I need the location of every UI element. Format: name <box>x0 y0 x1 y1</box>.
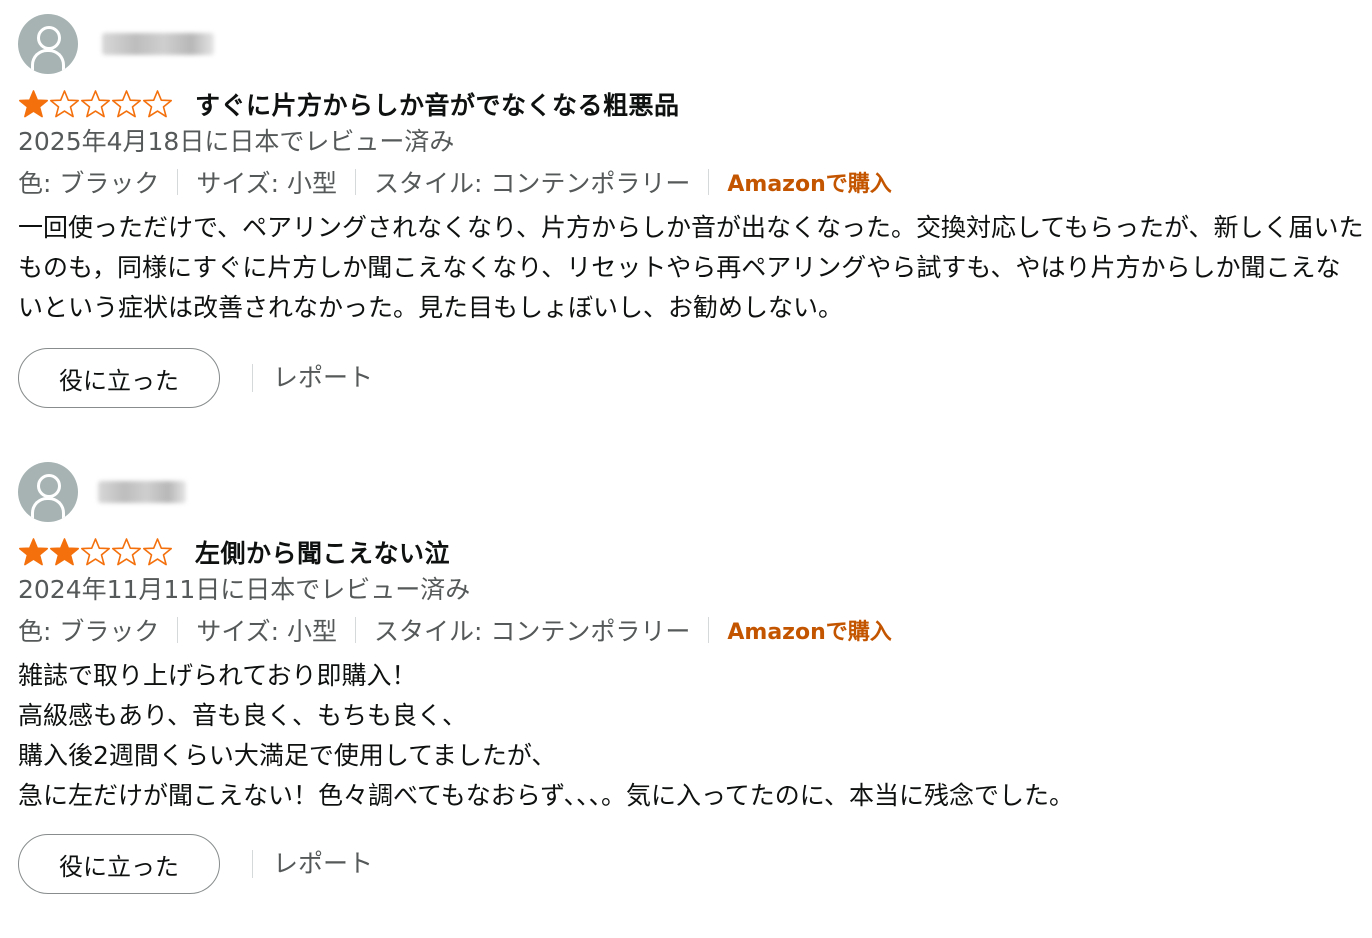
review-title[interactable]: すぐに片方からしか音がでなくなる粗悪品 <box>195 86 680 122</box>
star-filled-icon <box>49 538 80 566</box>
variant-info: 色: ブラック サイズ: 小型 スタイル: コンテンポラリー Amazonで購入 <box>18 162 1364 202</box>
divider <box>708 617 710 643</box>
review-body: 一回使っただけで、ペアリングされなくなり、片方からしか音が出なくなった。交換対応… <box>18 213 1364 322</box>
variant-color: 色: ブラック <box>18 169 160 198</box>
star-empty-icon <box>49 90 80 118</box>
avatar-icon <box>18 14 78 74</box>
helpful-button[interactable]: 役に立った <box>18 834 220 894</box>
star-empty-icon <box>80 90 111 118</box>
star-rating[interactable] <box>18 89 173 119</box>
review-title[interactable]: 左側から聞こえない泣 <box>195 534 450 570</box>
reviewer-profile[interactable] <box>18 460 1364 524</box>
variant-style: スタイル: コンテンポラリー <box>374 617 691 646</box>
variant-info: 色: ブラック サイズ: 小型 スタイル: コンテンポラリー Amazonで購入 <box>18 610 1364 650</box>
star-empty-icon <box>142 538 173 566</box>
divider <box>252 364 253 392</box>
divider <box>177 169 179 195</box>
star-filled-icon <box>18 90 49 118</box>
review-card: 左側から聞こえない泣 2024年11月11日に日本でレビュー済み 色: ブラック… <box>18 460 1364 896</box>
divider <box>355 169 356 195</box>
reviewer-name-blurred <box>98 481 186 503</box>
review-card: すぐに片方からしか音がでなくなる粗悪品 2025年4月18日に日本でレビュー済み… <box>18 12 1364 410</box>
divider <box>708 169 710 195</box>
divider <box>252 850 253 878</box>
verified-purchase-badge: Amazonで購入 <box>727 620 892 645</box>
review-body: 雑誌で取り上げられており即購入！ 高級感もあり、音も良く、もちも良く、 購入後2… <box>18 661 1075 810</box>
review-date: 2025年4月18日に日本でレビュー済み <box>18 127 455 156</box>
verified-purchase-badge: Amazonで購入 <box>727 172 892 197</box>
helpful-button[interactable]: 役に立った <box>18 348 220 408</box>
report-link[interactable]: レポート <box>273 358 373 394</box>
star-rating[interactable] <box>18 537 173 567</box>
review-title-row: すぐに片方からしか音がでなくなる粗悪品 <box>18 86 1364 122</box>
review-actions: 役に立った レポート <box>18 832 1364 896</box>
reviewer-name-blurred <box>102 33 214 55</box>
report-link[interactable]: レポート <box>273 844 373 880</box>
variant-size: サイズ: 小型 <box>196 169 337 198</box>
review-title-row: 左側から聞こえない泣 <box>18 534 1364 570</box>
star-empty-icon <box>80 538 111 566</box>
variant-color: 色: ブラック <box>18 617 160 646</box>
variant-size: サイズ: 小型 <box>196 617 337 646</box>
star-empty-icon <box>111 538 142 566</box>
review-date: 2024年11月11日に日本でレビュー済み <box>18 575 471 604</box>
star-filled-icon <box>18 538 49 566</box>
reviewer-profile[interactable] <box>18 12 1364 76</box>
divider <box>177 617 179 643</box>
review-actions: 役に立った レポート <box>18 346 1364 410</box>
divider <box>355 617 356 643</box>
star-empty-icon <box>111 90 142 118</box>
star-empty-icon <box>142 90 173 118</box>
avatar-icon <box>18 462 78 522</box>
variant-style: スタイル: コンテンポラリー <box>374 169 691 198</box>
